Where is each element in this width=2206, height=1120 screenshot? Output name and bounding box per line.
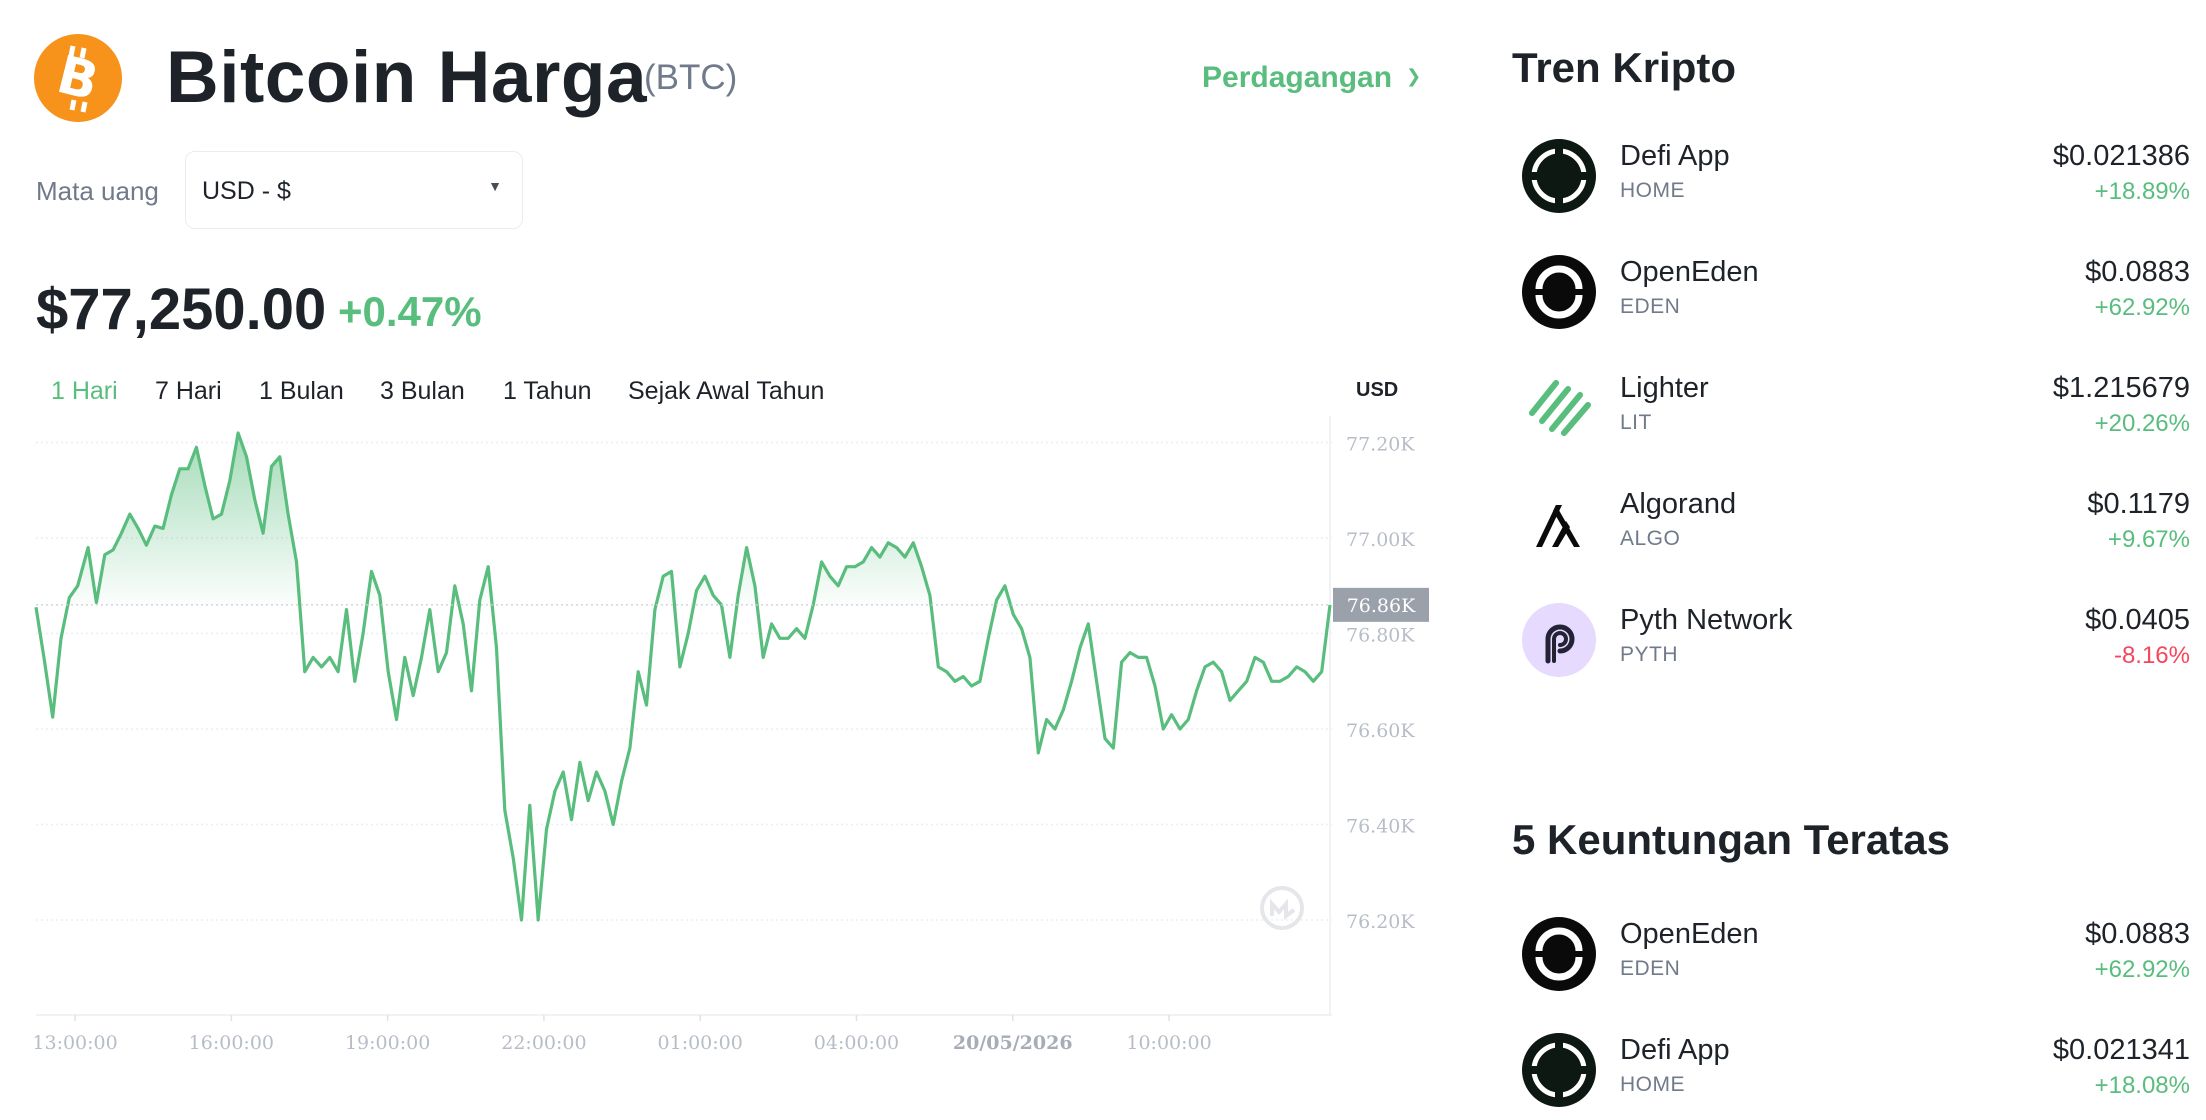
trade-menu-label: Perdagangan [1202,61,1393,94]
x-tick-label: 13:00:00 [32,1032,117,1054]
price-area-fill [36,433,1330,605]
coin-symbol: LIT [1620,411,1652,434]
lighter-icon [1529,380,1591,436]
coin-symbol: HOME [1620,179,1685,202]
coin-change: +18.89% [2094,178,2190,205]
currency-select[interactable]: USD - $ ▼ [185,151,523,229]
x-tick-label: 01:00:00 [658,1032,743,1054]
chevron-down-icon: ❯ [1406,66,1422,87]
coin-change: +20.26% [2094,410,2190,437]
y-tick-label: 76.40K [1346,816,1415,838]
y-tick-label: 76.80K [1346,625,1415,647]
coin-price: $0.0883 [2085,918,2190,950]
caret-down-icon: ▼ [488,178,502,194]
algorand-icon [1536,505,1580,547]
x-tick-label: 16:00:00 [189,1032,274,1054]
coin-name: Pyth Network [1620,604,1793,636]
coin-change: -8.16% [2113,642,2190,669]
current-price: $77,250.00 [36,277,327,342]
page-title: Bitcoin Harga [166,37,648,118]
x-tick-label: 20/05/2026 [953,1032,1073,1054]
defi-app-icon [1522,139,1596,213]
current-price-tag-label: 76.86K [1347,595,1416,617]
trending-row-defi-app[interactable]: Defi App HOME $0.021386 +18.89% [1512,133,2190,219]
coin-change: +9.67% [2107,526,2190,553]
currency-select-value: USD - $ [202,177,291,205]
coin-name: Lighter [1620,372,1709,404]
ticker-label: (BTC) [644,58,738,97]
price-change: +0.47% [338,288,482,335]
coin-name: Defi App [1620,140,1730,172]
coin-price: $0.021386 [2052,140,2190,172]
y-tick-label: 76.60K [1346,720,1415,742]
trending-row-lighter[interactable]: Lighter LIT $1.215679 +20.26% [1512,365,2190,451]
pyth-network-icon [1522,603,1596,677]
y-tick-label: 76.20K [1346,911,1415,933]
trending-row-openeden[interactable]: OpenEden EDEN $0.0883 +62.92% [1512,249,2190,335]
coin-symbol: ALGO [1620,527,1681,550]
coin-price: $0.021341 [2052,1034,2190,1066]
coin-name: Defi App [1620,1034,1730,1066]
trending-row-pyth-network[interactable]: Pyth Network PYTH $0.0405 -8.16% [1512,597,2190,683]
trending-row-algorand[interactable]: Algorand ALGO $0.1179 +9.67% [1512,481,2190,567]
openeden-icon [1522,917,1596,991]
x-tick-label: 04:00:00 [814,1032,899,1054]
trade-menu-button[interactable]: Perdagangan ❯ [1202,58,1421,99]
y-tick-label: 77.20K [1346,434,1415,456]
coinmarketcap-watermark-icon [1260,886,1304,930]
coin-name: OpenEden [1620,918,1759,950]
coin-symbol: EDEN [1620,957,1681,980]
coin-symbol: PYTH [1620,643,1679,666]
coin-symbol: HOME [1620,1073,1685,1096]
coin-price: $0.0883 [2085,256,2190,288]
defi-app-icon [1522,1033,1596,1107]
trending-title: Tren Kripto [1512,44,1737,91]
coin-price: $0.1179 [2087,488,2190,520]
coin-name: Algorand [1620,488,1737,520]
coin-name: OpenEden [1620,256,1759,288]
coin-change: +62.92% [2094,294,2190,321]
x-tick-label: 10:00:00 [1126,1032,1211,1054]
y-tick-label: 77.00K [1346,529,1415,551]
currency-label: Mata uang [36,176,159,206]
bitcoin-icon: B [34,34,122,122]
coin-price: $1.215679 [2052,372,2190,404]
openeden-icon [1522,255,1596,329]
top-gainers-title: 5 Keuntungan Teratas [1512,816,1950,863]
coin-price: $0.0405 [2085,604,2190,636]
gainer-row-openeden[interactable]: OpenEden EDEN $0.0883 +62.92% [1512,911,2190,997]
x-tick-label: 22:00:00 [501,1032,586,1054]
coin-change: +62.92% [2094,956,2190,983]
gainer-row-defi-app[interactable]: Defi App HOME $0.021341 +18.08% [1512,1027,2190,1113]
coin-symbol: EDEN [1620,295,1681,318]
price-chart[interactable]: 76.20K 76.40K 76.60K 76.80K 77.00K 77.20K 13:0… [0,400,1440,1080]
coin-change: +18.08% [2094,1072,2190,1099]
x-tick-label: 19:00:00 [345,1032,430,1054]
